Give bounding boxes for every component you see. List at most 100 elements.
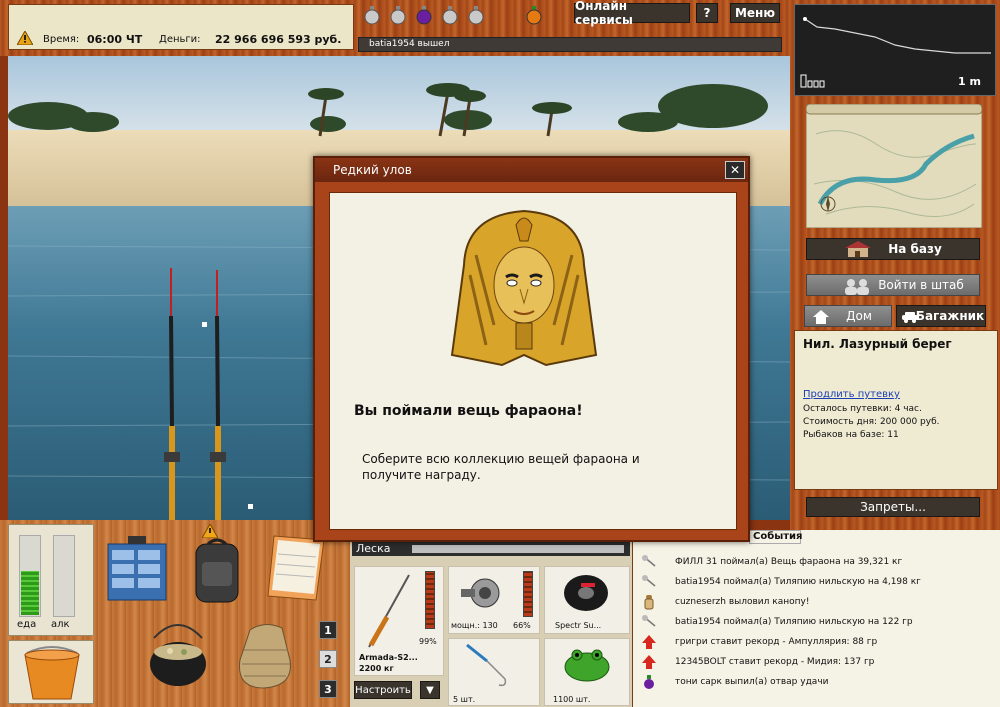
events-panel: События ФИЛЛ 31 поймал(а) Вещь фараона н… — [632, 530, 1000, 707]
meters-box: еда алк — [8, 524, 94, 636]
bucket-icon[interactable] — [8, 640, 94, 704]
dialog-title: Редкий улов — [333, 163, 412, 177]
help-button[interactable]: ? — [696, 3, 718, 23]
rod-name: Armada-S2... — [359, 653, 418, 662]
people-icon — [845, 279, 869, 295]
money-label: Деньги: — [159, 34, 201, 45]
hook-slot[interactable]: 5 шт. — [448, 638, 540, 706]
base-button-label: На базу — [888, 242, 942, 256]
bait-count: 1100 шт. — [553, 695, 591, 704]
empty-flask-icon[interactable] — [440, 5, 460, 25]
orange-potion-icon[interactable] — [524, 5, 544, 25]
record-arrow-icon — [642, 655, 656, 669]
event-row-2: batia1954 поймал(а) Тиляпию нильскую на … — [641, 572, 1000, 592]
reel-pct: 66% — [513, 621, 531, 630]
home-button[interactable]: Дом — [804, 305, 892, 327]
money-value: 22 966 696 593 руб. — [215, 33, 342, 46]
reel-power: мощн.: 130 — [451, 621, 498, 630]
reel-strength-bar — [523, 571, 533, 617]
line-slot[interactable]: Spectr Su... — [544, 566, 630, 634]
reel-slot[interactable]: мощн.: 130 66% — [448, 566, 540, 634]
line-bar: Леска — [352, 542, 630, 556]
rod-icon — [368, 574, 410, 648]
base-button[interactable]: На базу — [806, 238, 980, 260]
alc-label: алк — [51, 619, 70, 630]
remaining-trip: Осталось путевки: 4 час. — [803, 404, 922, 414]
event-row-1: ФИЛЛ 31 поймал(а) Вещь фараона на 39,321… — [641, 552, 1000, 572]
rod-strength-bar — [425, 571, 435, 629]
map-icon[interactable] — [805, 103, 983, 229]
hq-button-label: Войти в штаб — [878, 278, 964, 292]
location-panel: Нил. Лазурный берег Продлить путевку Ост… — [794, 330, 998, 490]
car-icon — [902, 312, 918, 323]
pharaoh-mask-icon — [450, 209, 598, 367]
bait-slot[interactable]: 1100 шт. — [544, 638, 630, 706]
fishing-rod-event-icon — [642, 575, 656, 587]
food-meter-fill — [21, 571, 39, 615]
depth-value: 1 m — [958, 75, 981, 88]
event-row-5: григри ставит рекорд - Ампуллярия: 88 гр — [641, 632, 1000, 652]
canopic-jar-icon — [644, 595, 654, 610]
event-row-6: 12345BOLT ставит рекорд - Мидия: 137 гр — [641, 652, 1000, 672]
rod-weight: 2200 кг — [359, 664, 394, 673]
fishing-rod-2[interactable] — [206, 268, 232, 520]
trunk-button-label: Багажник — [915, 309, 985, 323]
backpack-icon[interactable] — [190, 536, 244, 606]
fishing-rod-event-icon — [642, 615, 656, 627]
empty-flask-icon[interactable] — [362, 5, 382, 25]
menu-button[interactable]: Меню — [730, 3, 780, 23]
float-marker[interactable] — [248, 504, 253, 509]
day-cost: Стоимость дня: 200 000 руб. — [803, 417, 940, 427]
home-button-label: Дом — [846, 309, 872, 323]
events-tab[interactable]: События — [749, 530, 802, 544]
extend-trip-link[interactable]: Продлить путевку — [803, 389, 900, 400]
chat-bar: batia1954 вышел — [358, 37, 782, 52]
bans-button[interactable]: Запреты... — [806, 497, 980, 517]
food-label: еда — [17, 619, 37, 630]
chat-message: batia1954 вышел — [369, 39, 450, 49]
hook-icon — [466, 643, 507, 687]
hook-count: 5 шт. — [453, 695, 476, 704]
adjust-button[interactable]: Настроить — [354, 681, 412, 699]
food-meter — [19, 535, 41, 617]
purple-potion-icon[interactable] — [414, 5, 434, 25]
rod-slot[interactable]: 99% Armada-S2... 2200 кг — [354, 566, 444, 676]
trunk-button[interactable]: Багажник — [896, 305, 986, 327]
potions-bar — [358, 0, 568, 30]
line-name: Spectr Su... — [555, 621, 602, 630]
potion-icon — [644, 675, 654, 689]
line-label: Леска — [356, 542, 391, 555]
sack-icon[interactable] — [230, 620, 300, 692]
house-icon — [845, 241, 871, 257]
time-label: Время: — [43, 34, 80, 45]
reel-icon — [461, 578, 500, 608]
rare-catch-dialog: Редкий улов ✕ Вы поймали вещь фараона! С… — [313, 156, 750, 542]
home-icon — [813, 310, 829, 324]
cooking-pot-icon[interactable] — [146, 618, 210, 692]
line-spool-icon — [564, 575, 608, 611]
event-row-7: тони сарк выпил(а) отвар удачи — [641, 672, 1000, 692]
quick-slot-1[interactable]: 1 — [319, 621, 337, 639]
warning-icon — [16, 29, 34, 46]
time-value: 06:00 ЧТ — [87, 33, 143, 46]
dropdown-button[interactable]: ▼ — [420, 681, 440, 699]
empty-flask-icon[interactable] — [388, 5, 408, 25]
tackle-box-icon[interactable] — [104, 534, 170, 604]
frog-icon — [564, 649, 610, 682]
line-tension-bar — [412, 545, 624, 553]
fishing-rod-1[interactable] — [160, 266, 186, 520]
location-title: Нил. Лазурный берег — [803, 337, 952, 351]
quick-slot-2[interactable]: 2 — [319, 650, 337, 668]
close-icon: ✕ — [729, 163, 741, 177]
dialog-close-button[interactable]: ✕ — [725, 161, 745, 179]
record-arrow-icon — [642, 635, 656, 649]
dialog-heading: Вы поймали вещь фараона! — [354, 403, 583, 419]
empty-flask-icon[interactable] — [466, 5, 486, 25]
alc-meter — [53, 535, 75, 617]
online-services-button[interactable]: Онлайн сервисы — [574, 0, 690, 27]
fishers-count: Рыбаков на базе: 11 — [803, 430, 899, 440]
hq-button[interactable]: Войти в штаб — [806, 274, 980, 296]
quick-slot-3[interactable]: 3 — [319, 680, 337, 698]
status-panel: Время: 06:00 ЧТ Деньги: 22 966 696 593 р… — [8, 4, 354, 50]
float-marker[interactable] — [202, 322, 207, 327]
